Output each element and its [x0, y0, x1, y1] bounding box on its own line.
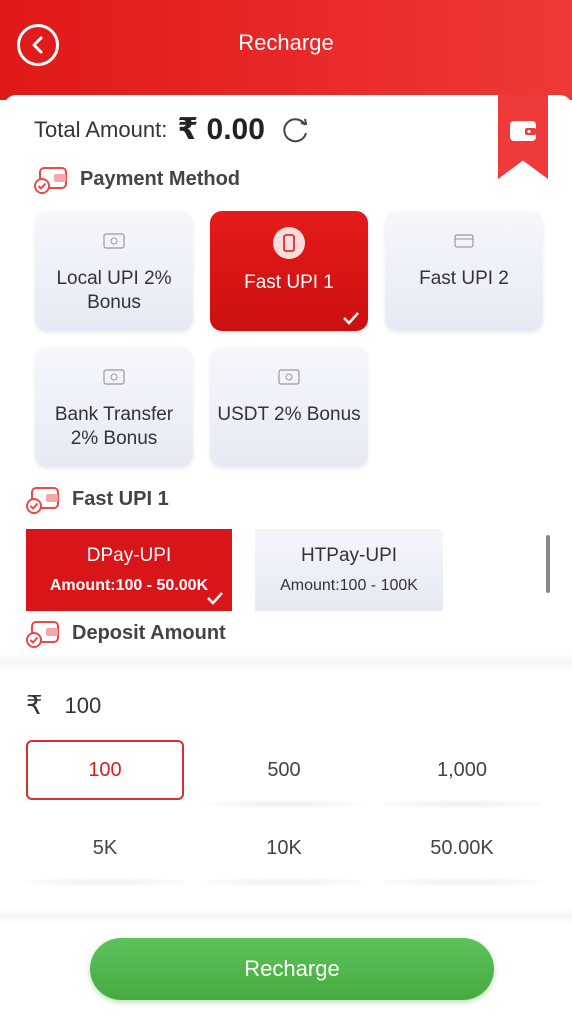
channel-dpay-upi[interactable]: DPay-UPI Amount:100 - 50.00K: [26, 529, 232, 611]
page-title: Recharge: [238, 30, 334, 55]
wallet-check-icon: [26, 621, 59, 648]
wallet-check-icon: [34, 167, 67, 194]
channel-range: Amount:100 - 100K: [280, 577, 418, 594]
quick-amount-500[interactable]: 500: [205, 740, 363, 800]
channel-range: Amount:100 - 50.00K: [49, 577, 209, 594]
channel-name: DPay-UPI: [86, 545, 172, 566]
payment-method-header: Payment Method: [34, 164, 240, 194]
quick-amount-1000[interactable]: 1,000: [383, 740, 541, 800]
bank-card-icon: [103, 233, 125, 249]
phone-icon: [273, 227, 305, 259]
shadow: [204, 800, 364, 808]
payment-method-label: Bank Transfer 2% Bonus: [54, 404, 174, 449]
shadow: [382, 878, 542, 886]
payment-method-fast-upi-2[interactable]: Fast UPI 2: [385, 211, 543, 331]
deposit-input-row: ₹ 100: [26, 690, 265, 721]
channel-htpay-upi[interactable]: HTPay-UPI Amount:100 - 100K: [255, 529, 443, 611]
shadow: [204, 878, 364, 886]
rupee-icon: ₹: [26, 690, 43, 720]
payment-method-bank-transfer[interactable]: Bank Transfer 2% Bonus: [35, 347, 193, 467]
quick-amount-50k[interactable]: 50.00K: [383, 818, 541, 878]
deposit-title: Deposit Amount: [72, 621, 226, 644]
deposit-amount-input[interactable]: 100: [65, 693, 265, 719]
shadow: [26, 878, 186, 886]
checkmark-icon: [343, 312, 359, 325]
payment-method-usdt[interactable]: USDT 2% Bonus: [210, 347, 368, 467]
deposit-header: Deposit Amount: [26, 618, 226, 648]
divider: [0, 908, 572, 924]
channel-name: HTPay-UPI: [300, 545, 398, 566]
total-amount-value: ₹ 0.00: [177, 113, 265, 146]
quick-amount-10k[interactable]: 10K: [205, 818, 363, 878]
channel-title: Fast UPI 1: [72, 487, 169, 510]
payment-method-fast-upi-1[interactable]: Fast UPI 1: [210, 211, 368, 331]
total-amount-label: Total Amount:: [34, 116, 168, 142]
quick-amount-100[interactable]: 100: [26, 740, 184, 800]
shadow: [382, 800, 542, 808]
recharge-button[interactable]: Recharge: [90, 938, 494, 1000]
quick-amount-5k[interactable]: 5K: [26, 818, 184, 878]
payment-method-local-upi[interactable]: Local UPI 2% Bonus: [35, 211, 193, 331]
payment-method-label: Fast UPI 1: [244, 272, 334, 293]
bank-card-icon: [103, 369, 125, 385]
payment-method-label: Local UPI 2% Bonus: [56, 268, 172, 313]
payment-method-label: USDT 2% Bonus: [217, 404, 361, 425]
wallet-check-icon: [26, 487, 59, 514]
crypto-card-icon: [278, 369, 300, 385]
payment-method-label: Fast UPI 2: [419, 268, 509, 289]
wallet-card-icon: [454, 234, 474, 248]
channel-scrollbar[interactable]: [546, 535, 550, 593]
checkmark-icon: [207, 592, 223, 605]
refresh-icon[interactable]: [281, 115, 311, 145]
total-amount-row: Total Amount: ₹ 0.00: [34, 112, 311, 147]
channel-header: Fast UPI 1: [26, 484, 169, 514]
divider: [0, 654, 572, 670]
wallet-icon: [510, 121, 536, 141]
payment-method-title: Payment Method: [80, 167, 241, 190]
